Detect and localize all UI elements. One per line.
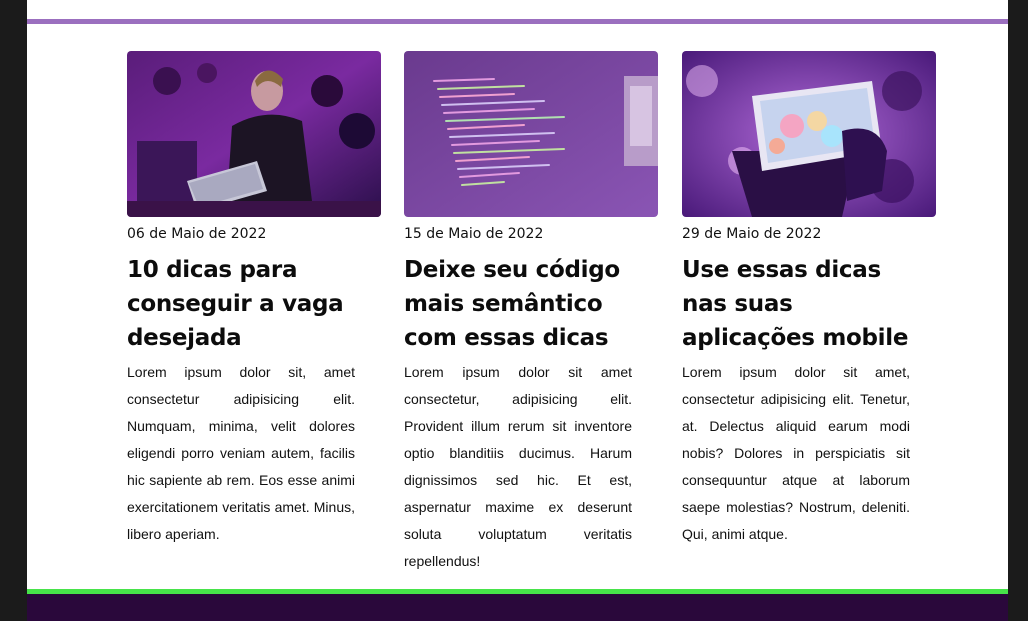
- post-thumbnail-coding-laptop[interactable]: [127, 51, 381, 217]
- post-thumbnail-code-screen[interactable]: [404, 51, 658, 217]
- hand-holding-smartphone-image: [682, 51, 936, 217]
- code-on-screen-image: [404, 51, 658, 217]
- post-title[interactable]: 10 dicas para conseguir a vaga desejada: [127, 253, 367, 355]
- top-divider: [27, 19, 1008, 24]
- person-coding-laptop-image: [127, 51, 381, 217]
- blog-post-list: 06 de Maio de 2022 10 dicas para consegu…: [27, 51, 1008, 571]
- post-thumbnail-smartphone[interactable]: [682, 51, 936, 217]
- post-title[interactable]: Use essas dicas nas suas aplicações mobi…: [682, 253, 922, 355]
- post-excerpt: Lorem ipsum dolor sit, amet consectetur …: [127, 364, 355, 542]
- footer: [27, 594, 1008, 621]
- post-excerpt: Lorem ipsum dolor sit amet, consectetur …: [682, 364, 910, 542]
- post-title[interactable]: Deixe seu código mais semântico com essa…: [404, 253, 644, 355]
- post-date: 29 de Maio de 2022: [682, 226, 822, 242]
- post-excerpt: Lorem ipsum dolor sit amet consectetur, …: [404, 364, 632, 569]
- blog-post-card[interactable]: 15 de Maio de 2022 Deixe seu código mais…: [404, 51, 658, 575]
- page: 06 de Maio de 2022 10 dicas para consegu…: [27, 0, 1008, 621]
- blog-post-card[interactable]: 06 de Maio de 2022 10 dicas para consegu…: [127, 51, 381, 548]
- post-date: 15 de Maio de 2022: [404, 226, 544, 242]
- blog-post-card[interactable]: 29 de Maio de 2022 Use essas dicas nas s…: [682, 51, 936, 548]
- post-date: 06 de Maio de 2022: [127, 226, 267, 242]
